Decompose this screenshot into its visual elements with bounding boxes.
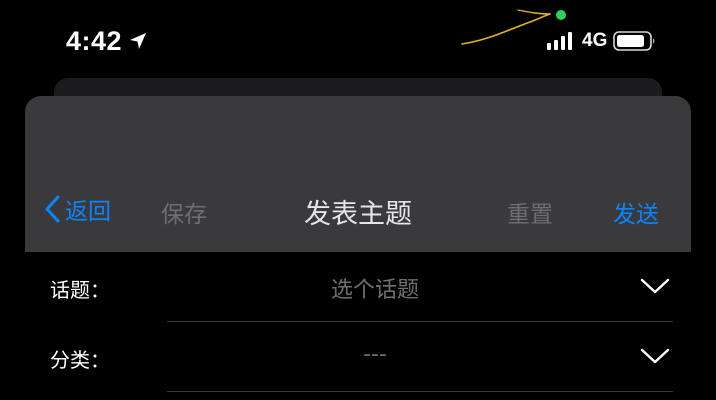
back-button[interactable]: 返回	[43, 192, 111, 226]
cellular-signal-icon	[547, 32, 572, 50]
network-type-label: 4G	[582, 30, 608, 51]
privacy-indicator-dot	[556, 10, 566, 20]
row-divider	[167, 391, 673, 392]
topic-value: 选个话题	[330, 278, 419, 303]
back-button-label: 返回	[65, 199, 111, 225]
sheet-header: 返回 保存 发表主题 重置 发送	[25, 96, 691, 252]
status-time: 4:42	[66, 24, 148, 58]
compose-screen: 4:42 4G 返回 保存 发表主题 重置 发送 话题： 选个话题 分类： --…	[0, 0, 716, 400]
category-picker-row[interactable]: 分类： ---	[0, 322, 716, 392]
category-value: ---	[363, 342, 387, 367]
scribble-mark	[461, 9, 551, 45]
save-button[interactable]: 保存	[161, 195, 207, 229]
battery-icon	[613, 31, 655, 51]
chevron-down-icon	[640, 348, 670, 364]
send-button[interactable]: 发送	[613, 195, 659, 229]
reset-button[interactable]: 重置	[507, 195, 553, 229]
chevron-down-icon	[640, 278, 670, 294]
location-arrow-icon	[130, 33, 147, 49]
chevron-left-icon	[45, 195, 60, 223]
topic-picker-row[interactable]: 话题： 选个话题	[0, 252, 716, 322]
status-right: 4G	[546, 28, 657, 54]
page-title: 发表主题	[304, 199, 412, 230]
time-label: 4:42	[66, 25, 123, 56]
